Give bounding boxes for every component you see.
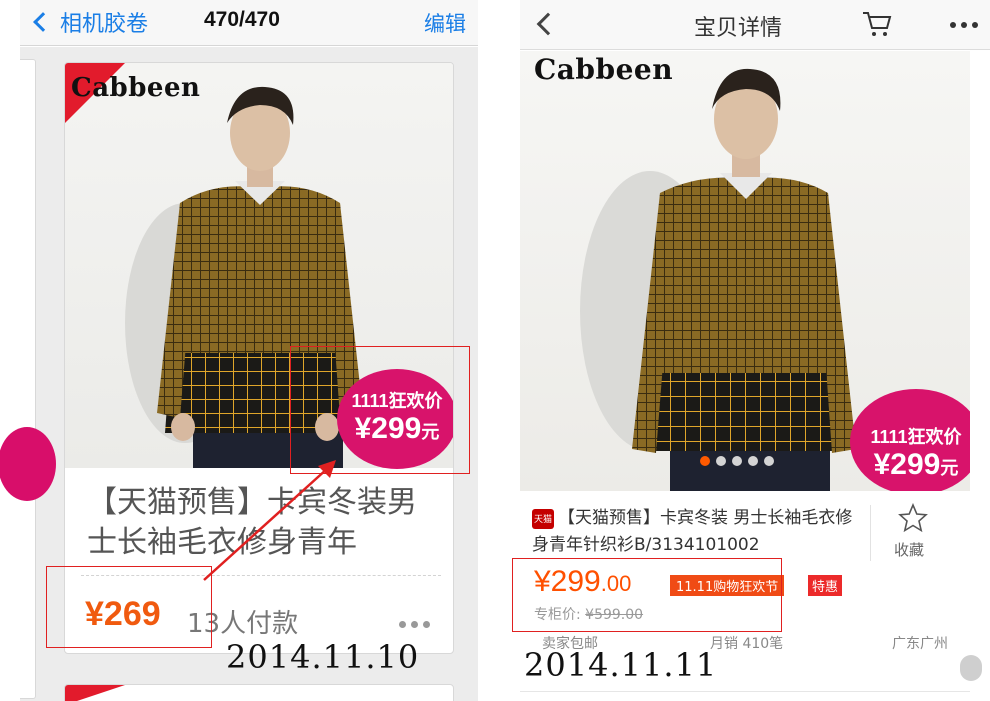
carousel-dot[interactable] — [732, 456, 742, 466]
favorite-button[interactable]: 收藏 — [894, 539, 924, 560]
price-highlight-box — [512, 558, 782, 632]
divider-gap — [480, 0, 494, 701]
date-caption: 2014.11.11 — [524, 646, 718, 684]
item-detail-header: 宝贝详情 — [520, 0, 990, 50]
next-product-card[interactable] — [64, 684, 454, 701]
badge-highlight-box — [290, 346, 470, 474]
previous-card — [20, 59, 36, 699]
photo-viewer-header: 相机胶卷 470/470 编辑 — [20, 0, 478, 46]
divider — [870, 505, 871, 561]
tmall-corner-flag — [65, 685, 125, 701]
badge-price: ¥299元 — [873, 448, 959, 481]
more-dots-icon[interactable] — [399, 621, 430, 628]
brand-logo: Cabbeen — [71, 73, 201, 103]
back-button[interactable]: 相机胶卷 — [30, 6, 148, 38]
price-highlight-box — [46, 566, 212, 648]
page-title: 宝贝详情 — [694, 16, 783, 41]
carousel-dot[interactable] — [748, 456, 758, 466]
product-title: 【天猫预售】卡宾冬装男士长袖毛衣修身青年 — [87, 485, 417, 560]
section-divider — [520, 691, 970, 701]
back-chevron-icon[interactable] — [536, 12, 560, 36]
brand-logo: Cabbeen — [534, 53, 674, 86]
carousel-indicator[interactable] — [700, 456, 774, 466]
star-icon[interactable] — [898, 503, 928, 533]
location: 广东广州 — [892, 636, 948, 652]
sale-price-badge: 1111狂欢价 ¥299元 — [850, 389, 970, 491]
special-tag: 特惠 — [808, 575, 843, 596]
carousel-dot[interactable] — [700, 456, 710, 466]
photo-count: 470/470 — [204, 8, 280, 31]
previous-photo-peek[interactable] — [0, 47, 56, 701]
product-photo-carousel[interactable]: Cabbeen 1111狂欢价 ¥299元 — [520, 51, 970, 491]
scroll-handle[interactable] — [960, 655, 982, 681]
carousel-dot[interactable] — [764, 456, 774, 466]
right-screenshot: 宝贝详情 Cabbeen 1111狂欢价 ¥299元 天猫 【天猫预售】卡宾冬装… — [494, 0, 990, 701]
carousel-dot[interactable] — [716, 456, 726, 466]
cart-icon[interactable] — [862, 10, 892, 38]
badge-label: 1111狂欢价 — [870, 427, 962, 447]
more-dots-icon[interactable] — [950, 22, 978, 28]
edit-button[interactable]: 编辑 — [424, 8, 466, 38]
left-screenshot: 相机胶卷 470/470 编辑 Cabbeen 1111狂欢价 ¥299元 【天… — [0, 0, 480, 701]
monthly-sales: 月销 410笔 — [710, 636, 784, 652]
back-label: 相机胶卷 — [60, 12, 149, 37]
previous-sale-badge — [0, 427, 56, 501]
date-caption: 2014.11.10 — [226, 638, 420, 676]
product-name: 【天猫预售】卡宾冬装 男士长袖毛衣修身青年针织衫B/3134101002 — [532, 508, 853, 555]
chevron-left-icon — [33, 12, 53, 32]
